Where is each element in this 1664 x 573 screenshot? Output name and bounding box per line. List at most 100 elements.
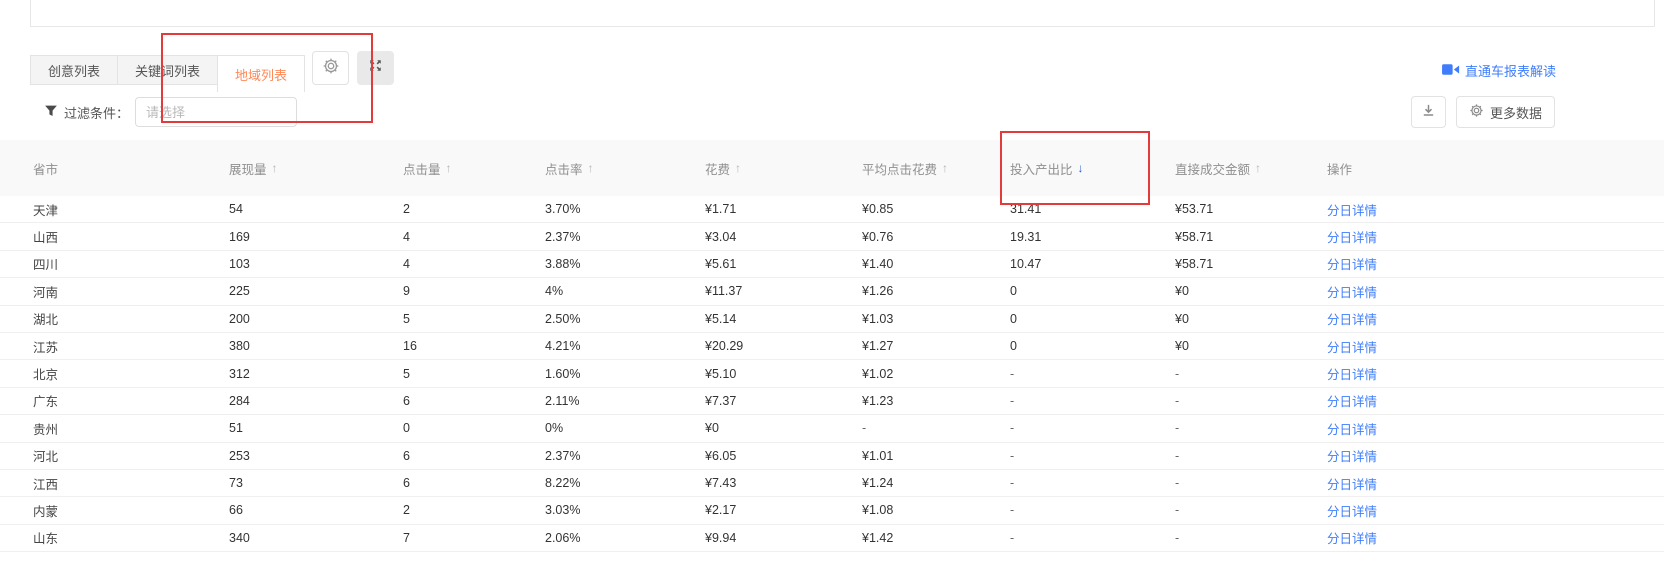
cell-impressions: 380 bbox=[229, 339, 403, 353]
sort-up-icon: ↑ bbox=[588, 161, 594, 175]
cell-clicks: 2 bbox=[403, 202, 545, 216]
table-row: 天津5423.70%¥1.71¥0.8531.41¥53.71分日详情 bbox=[0, 196, 1664, 223]
cell-cost: ¥1.71 bbox=[705, 202, 862, 216]
cell-province: 内蒙 bbox=[33, 501, 229, 520]
cell-ctr: 3.70% bbox=[545, 202, 705, 216]
cell-clicks: 0 bbox=[403, 421, 545, 435]
table-row: 山东34072.06%¥9.94¥1.42--分日详情 bbox=[0, 525, 1664, 552]
daily-detail-link[interactable]: 分日详情 bbox=[1327, 341, 1377, 355]
column-settings-button[interactable] bbox=[312, 51, 349, 85]
cell-actions: 分日详情 bbox=[1327, 364, 1664, 383]
daily-detail-link[interactable]: 分日详情 bbox=[1327, 231, 1377, 245]
tab-region[interactable]: 地域列表 bbox=[217, 55, 305, 92]
daily-detail-link[interactable]: 分日详情 bbox=[1327, 478, 1377, 492]
cell-avg_cpc: ¥1.03 bbox=[862, 312, 1010, 326]
cell-cost: ¥6.05 bbox=[705, 449, 862, 463]
column-label: 操作 bbox=[1327, 159, 1352, 178]
daily-detail-link[interactable]: 分日详情 bbox=[1327, 204, 1377, 218]
cell-roi: - bbox=[1010, 367, 1175, 381]
column-label: 直接成交金额 bbox=[1175, 159, 1250, 178]
cell-roi: 19.31 bbox=[1010, 230, 1175, 244]
cell-roi: 0 bbox=[1010, 312, 1175, 326]
cell-direct_amount: - bbox=[1175, 421, 1327, 435]
cell-ctr: 3.88% bbox=[545, 257, 705, 271]
cell-roi: - bbox=[1010, 421, 1175, 435]
column-header-cost[interactable]: 花费↑ bbox=[705, 159, 862, 178]
cell-impressions: 51 bbox=[229, 421, 403, 435]
cell-clicks: 5 bbox=[403, 367, 545, 381]
cell-direct_amount: ¥58.71 bbox=[1175, 257, 1327, 271]
tab-keyword[interactable]: 关键词列表 bbox=[117, 55, 218, 85]
tab-list: 创意列表关键词列表地域列表 bbox=[30, 51, 304, 92]
cell-impressions: 225 bbox=[229, 284, 403, 298]
cell-province: 江西 bbox=[33, 474, 229, 493]
column-header-ctr[interactable]: 点击率↑ bbox=[545, 159, 705, 178]
expand-icon bbox=[368, 58, 383, 78]
cell-direct_amount: ¥53.71 bbox=[1175, 202, 1327, 216]
filter-label: 过滤条件： bbox=[64, 103, 129, 122]
report-explain-link[interactable]: 直通车报表解读 bbox=[1442, 61, 1556, 80]
cell-direct_amount: ¥0 bbox=[1175, 284, 1327, 298]
cell-ctr: 2.37% bbox=[545, 230, 705, 244]
sort-up-icon: ↑ bbox=[272, 161, 278, 175]
cell-actions: 分日详情 bbox=[1327, 528, 1664, 547]
video-camera-icon bbox=[1442, 63, 1460, 79]
gear-icon bbox=[322, 57, 340, 80]
table-row: 内蒙6623.03%¥2.17¥1.08--分日详情 bbox=[0, 497, 1664, 524]
sort-up-icon: ↑ bbox=[942, 161, 948, 175]
column-label: 平均点击花费 bbox=[862, 159, 937, 178]
column-header-direct_amount[interactable]: 直接成交金额↑ bbox=[1175, 159, 1327, 178]
cell-direct_amount: - bbox=[1175, 531, 1327, 545]
cell-impressions: 54 bbox=[229, 202, 403, 216]
sort-up-icon: ↑ bbox=[446, 161, 452, 175]
table-body: 天津5423.70%¥1.71¥0.8531.41¥53.71分日详情山西169… bbox=[0, 196, 1664, 552]
cell-province: 四川 bbox=[33, 254, 229, 273]
cell-clicks: 9 bbox=[403, 284, 545, 298]
table-row: 江西7368.22%¥7.43¥1.24--分日详情 bbox=[0, 470, 1664, 497]
column-header-roi[interactable]: 投入产出比↓ bbox=[1010, 159, 1175, 178]
table-header-row: 省市展现量↑点击量↑点击率↑花费↑平均点击花费↑投入产出比↓直接成交金额↑操作 bbox=[0, 140, 1664, 196]
cell-clicks: 6 bbox=[403, 394, 545, 408]
cell-clicks: 4 bbox=[403, 230, 545, 244]
column-header-impressions[interactable]: 展现量↑ bbox=[229, 159, 403, 178]
cell-clicks: 6 bbox=[403, 476, 545, 490]
download-button[interactable] bbox=[1411, 96, 1446, 128]
daily-detail-link[interactable]: 分日详情 bbox=[1327, 450, 1377, 464]
cell-cost: ¥7.37 bbox=[705, 394, 862, 408]
cell-impressions: 340 bbox=[229, 531, 403, 545]
cell-actions: 分日详情 bbox=[1327, 337, 1664, 356]
daily-detail-link[interactable]: 分日详情 bbox=[1327, 532, 1377, 546]
cell-avg_cpc: ¥1.02 bbox=[862, 367, 1010, 381]
daily-detail-link[interactable]: 分日详情 bbox=[1327, 368, 1377, 382]
cell-province: 贵州 bbox=[33, 419, 229, 438]
daily-detail-link[interactable]: 分日详情 bbox=[1327, 423, 1377, 437]
column-label: 省市 bbox=[33, 159, 58, 178]
table-row: 河北25362.37%¥6.05¥1.01--分日详情 bbox=[0, 443, 1664, 470]
more-data-button[interactable]: 更多数据 bbox=[1456, 96, 1555, 128]
funnel-icon bbox=[44, 104, 58, 121]
daily-detail-link[interactable]: 分日详情 bbox=[1327, 395, 1377, 409]
cell-ctr: 0% bbox=[545, 421, 705, 435]
cell-impressions: 312 bbox=[229, 367, 403, 381]
cell-roi: 31.41 bbox=[1010, 202, 1175, 216]
column-header-clicks[interactable]: 点击量 ↑ bbox=[403, 159, 545, 178]
daily-detail-link[interactable]: 分日详情 bbox=[1327, 505, 1377, 519]
daily-detail-link[interactable]: 分日详情 bbox=[1327, 286, 1377, 300]
tab-creative[interactable]: 创意列表 bbox=[30, 55, 118, 85]
cell-cost: ¥20.29 bbox=[705, 339, 862, 353]
daily-detail-link[interactable]: 分日详情 bbox=[1327, 258, 1377, 272]
table-row: 山西16942.37%¥3.04¥0.7619.31¥58.71分日详情 bbox=[0, 223, 1664, 250]
cell-ctr: 2.37% bbox=[545, 449, 705, 463]
filter-select-input[interactable] bbox=[135, 97, 297, 127]
cell-ctr: 1.60% bbox=[545, 367, 705, 381]
cell-direct_amount: ¥0 bbox=[1175, 339, 1327, 353]
cell-province: 山东 bbox=[33, 528, 229, 547]
cell-province: 江苏 bbox=[33, 337, 229, 356]
cell-actions: 分日详情 bbox=[1327, 309, 1664, 328]
cell-ctr: 4.21% bbox=[545, 339, 705, 353]
fullscreen-button[interactable] bbox=[357, 51, 394, 85]
cell-avg_cpc: ¥1.40 bbox=[862, 257, 1010, 271]
daily-detail-link[interactable]: 分日详情 bbox=[1327, 313, 1377, 327]
column-header-avg_cpc[interactable]: 平均点击花费 ↑ bbox=[862, 159, 1010, 178]
column-label: 点击量 bbox=[403, 159, 441, 178]
